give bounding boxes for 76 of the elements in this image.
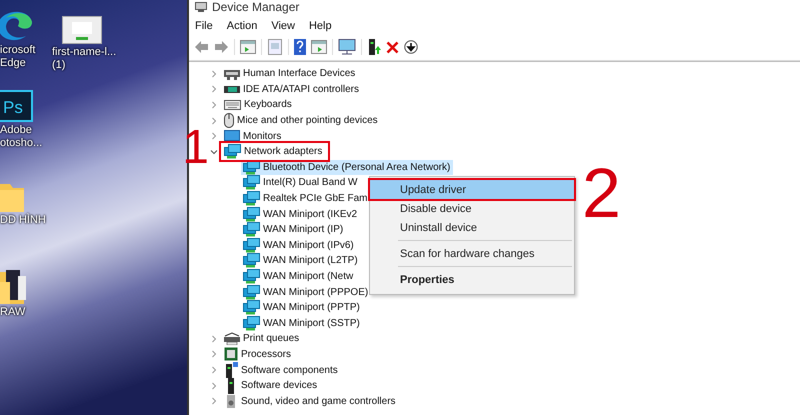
tree-item[interactable]: WAN Miniport (SSTP) (241, 316, 363, 332)
desktop-icon-label: Adobe (0, 124, 32, 137)
network-icon (243, 191, 260, 206)
tree-item[interactable]: IDE ATA/ATAPI controllers (222, 82, 361, 96)
printer-icon (224, 332, 240, 346)
component-icon (224, 362, 238, 378)
enable-device-icon[interactable] (367, 39, 381, 55)
mouse-icon (224, 113, 234, 128)
chevron-icon[interactable] (210, 148, 218, 156)
tree-item[interactable]: Keyboards (222, 99, 294, 110)
console-tree-icon[interactable] (240, 40, 256, 54)
folder-icon[interactable] (0, 268, 28, 304)
desktop-icon-label: DD HÌNH (0, 214, 46, 227)
ps-logo-text: Ps (3, 98, 23, 117)
menu-item[interactable]: View (271, 20, 295, 32)
network-icon (243, 206, 260, 222)
tree-item[interactable]: WAN Miniport (L2TP) (241, 253, 361, 269)
desktop-icon-label: (1) (52, 59, 66, 72)
network-icon (243, 284, 260, 300)
menu-item[interactable]: Action (226, 20, 258, 32)
tree-item[interactable]: WAN Miniport (IPv6) (241, 238, 357, 254)
back-arrow-icon[interactable] (194, 40, 209, 54)
network-icon (243, 160, 260, 175)
tree-item[interactable]: Monitors (222, 130, 284, 143)
desktop-icon-label: icrosoft (0, 44, 36, 57)
tree-item[interactable]: WAN Miniport (Netw (241, 268, 356, 284)
window-title: Device Manager (212, 0, 300, 14)
network-icon (243, 175, 260, 190)
forward-arrow-icon[interactable] (214, 40, 229, 54)
tree-item[interactable]: Bluetooth Device (Personal Area Network) (241, 160, 454, 176)
panel-icon[interactable] (311, 40, 327, 54)
tree-item[interactable]: Processors (222, 347, 294, 362)
tree-item[interactable]: Intel(R) Dual Band W (241, 175, 360, 191)
context-menu-item[interactable]: Scan for hardware changes (370, 244, 574, 263)
monitor-scan-icon[interactable] (338, 39, 356, 55)
close-icon[interactable] (386, 40, 399, 54)
properties-icon[interactable] (267, 39, 283, 55)
speaker-icon (224, 394, 238, 408)
desktop-icon-label: first-name-l... (52, 46, 116, 59)
network-icon (243, 238, 260, 253)
tree-item[interactable]: Network adapters (222, 144, 328, 160)
help-icon[interactable] (294, 39, 306, 55)
tree-item[interactable]: WAN Miniport (IP) (241, 222, 346, 238)
tree-item[interactable]: Software devices (222, 378, 320, 394)
tree-item[interactable]: WAN Miniport (IKEv2 (241, 206, 360, 222)
tree-item[interactable]: WAN Miniport (PPTP) (241, 300, 363, 316)
photo-editor-icon[interactable]: Ps (0, 90, 33, 122)
monitor-icon (224, 130, 240, 143)
network-icon (243, 300, 260, 316)
tree-item[interactable]: Software components (222, 362, 340, 378)
network-icon (243, 253, 260, 268)
network-icon (224, 144, 241, 160)
context-menu-item[interactable]: Uninstall device (370, 218, 574, 237)
input-device-icon (224, 67, 240, 80)
tree-item[interactable]: Realtek PCIe GbE Fam (241, 190, 370, 206)
file-thumbnail-icon[interactable] (62, 16, 102, 44)
tree-item[interactable]: Mice and other pointing devices (222, 113, 380, 128)
tree-item[interactable]: Human Interface Devices (222, 67, 358, 80)
network-icon (243, 269, 260, 284)
download-icon[interactable] (404, 40, 418, 54)
tree-item[interactable]: Sound, video and game controllers (222, 394, 398, 408)
context-menu-item[interactable]: Properties (370, 270, 574, 289)
network-icon (243, 222, 260, 238)
computer-icon (195, 2, 207, 12)
network-icon (243, 316, 260, 331)
desktop-icon-label: RAW (0, 306, 26, 319)
menu-item[interactable]: File (195, 20, 213, 32)
context-menu-item[interactable]: Update driver (370, 180, 574, 199)
desktop-icon-label: otosho... (0, 137, 42, 150)
keyboard-icon (224, 100, 241, 110)
tree-item[interactable]: WAN Miniport (PPPOE) (241, 284, 372, 300)
step-number: 2 (582, 158, 621, 228)
tree-item[interactable]: Print queues (222, 332, 302, 346)
desktop-icon-label: Edge (0, 57, 26, 70)
menu-item[interactable]: Help (308, 20, 332, 32)
context-menu-item[interactable]: Disable device (370, 199, 574, 218)
